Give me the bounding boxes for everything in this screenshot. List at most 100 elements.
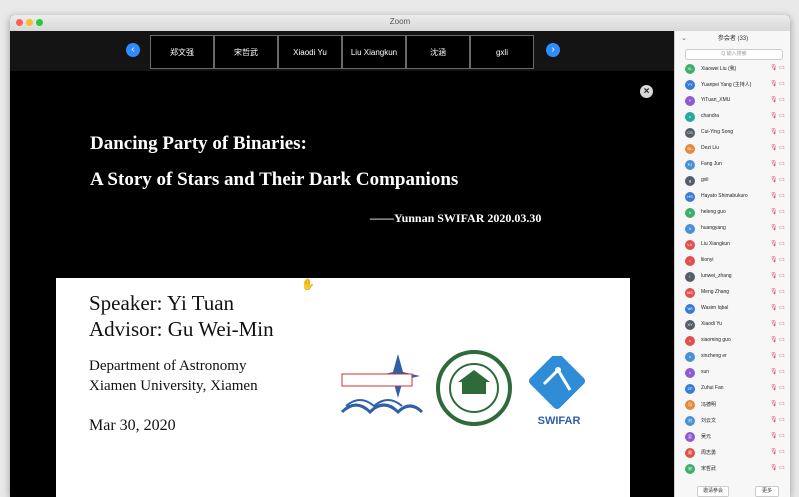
- participants-panel: ⌄ 参会者 (33) Q 输入搜索 XL Xiaowei Liu (我) 🎙 ▭ YY Y…: [674, 31, 790, 497]
- participant-row[interactable]: l lunwei_zhang 🎙 ▭: [675, 269, 790, 285]
- participant-row[interactable]: x xun 🎙 ▭: [675, 365, 790, 381]
- participant-name: xiaoming guo: [701, 337, 731, 343]
- speaker-line: Speaker: Yi Tuan: [89, 291, 235, 315]
- advisor-line: Advisor: Gu Wei-Min: [89, 317, 274, 341]
- participant-row[interactable]: c chandra 🎙 ▭: [675, 109, 790, 125]
- participant-row[interactable]: XL Xiaowei Liu (我) 🎙 ▭: [675, 61, 790, 77]
- participant-row[interactable]: MZ Meng Zhang 🎙 ▭: [675, 285, 790, 301]
- camera-off-icon: ▭: [779, 273, 785, 279]
- participant-row[interactable]: 刘刘云文 🎙 ▭: [675, 413, 790, 429]
- participant-search-input[interactable]: Q 输入搜索: [685, 49, 783, 60]
- avatar: l: [685, 272, 695, 282]
- avatar: WI: [685, 304, 695, 314]
- participant-row[interactable]: x xinzheng er 🎙 ▭: [675, 349, 790, 365]
- close-icon[interactable]: ×: [640, 85, 653, 98]
- participant-row[interactable]: LX Liu Xiangkun 🎙 ▭: [675, 237, 790, 253]
- slide-title-line1: Dancing Party of Binaries:: [90, 133, 307, 154]
- participant-row[interactable]: YY Yuanpei Yang (主持人) 🎙 ▭: [675, 77, 790, 93]
- zoom-window: Zoom ‹ 郑文强 宋哲武 Xiaodi Yu Liu Xiangkun 沈涵…: [10, 15, 790, 497]
- participant-row[interactable]: WI Wasim Iqbal 🎙 ▭: [675, 301, 790, 317]
- participant-name: xun: [701, 369, 710, 375]
- participant-row[interactable]: h heleng guo 🎙 ▭: [675, 205, 790, 221]
- slide-title-line2: A Story of Stars and Their Dark Companio…: [90, 169, 459, 190]
- video-tile[interactable]: gxli: [470, 35, 534, 69]
- mic-muted-icon: 🎙: [770, 465, 778, 471]
- panel-footer: 邀请参会 更多: [675, 485, 790, 497]
- dept-line1: Department of Astronomy: [89, 358, 247, 374]
- mic-muted-icon: 🎙: [770, 65, 778, 71]
- camera-off-icon: ▭: [779, 401, 785, 407]
- strip-next-icon[interactable]: ›: [546, 43, 560, 57]
- video-tile[interactable]: 沈涵: [406, 35, 470, 69]
- mic-muted-icon: 🎙: [770, 177, 778, 183]
- avatar: x: [685, 352, 695, 362]
- mic-muted-icon: 🎙: [770, 113, 778, 119]
- participant-name: xinzheng er: [701, 353, 727, 359]
- participant-row[interactable]: HS Hayato Shimabukuro 🎙 ▭: [675, 189, 790, 205]
- xmu-astronomy-logo: [340, 354, 424, 415]
- mic-muted-icon: 🎙: [770, 305, 778, 311]
- video-tile[interactable]: Xiaodi Yu: [278, 35, 342, 69]
- participant-row[interactable]: 宋宋哲武 🎙 ▭: [675, 461, 790, 477]
- mic-muted-icon: 🎙: [770, 161, 778, 167]
- participant-name: Liu Xiangkun: [701, 241, 730, 247]
- camera-off-icon: ▭: [779, 225, 785, 231]
- video-tile[interactable]: 宋哲武: [214, 35, 278, 69]
- mic-muted-icon: 🎙: [770, 369, 778, 375]
- mic-muted-icon: 🎙: [770, 449, 778, 455]
- avatar: h: [685, 224, 695, 234]
- participant-row[interactable]: XY Xiaodi Yu 🎙 ▭: [675, 317, 790, 333]
- avatar: XY: [685, 320, 695, 330]
- participant-name: Zuhui Fan: [701, 385, 724, 391]
- invite-button[interactable]: 邀请参会: [697, 486, 729, 497]
- participant-row[interactable]: CS Cui-Ying Song 🎙 ▭: [675, 125, 790, 141]
- strip-prev-icon[interactable]: ‹: [126, 43, 140, 57]
- avatar: MZ: [685, 288, 695, 298]
- avatar: 冯: [685, 400, 695, 410]
- camera-off-icon: ▭: [779, 193, 785, 199]
- mic-muted-icon: 🎙: [770, 257, 778, 263]
- camera-off-icon: ▭: [779, 65, 785, 71]
- participant-row[interactable]: x xiaoming guo 🎙 ▭: [675, 333, 790, 349]
- avatar: 宋: [685, 464, 695, 474]
- collapse-icon[interactable]: ⌄: [681, 31, 687, 47]
- video-tile[interactable]: 郑文强: [150, 35, 214, 69]
- participant-name: Meng Zhang: [701, 289, 730, 295]
- camera-off-icon: ▭: [779, 289, 785, 295]
- participant-name: Dezi Liu: [701, 145, 720, 151]
- participant-row[interactable]: l liionyi 🎙 ▭: [675, 253, 790, 269]
- mic-muted-icon: 🎙: [770, 129, 778, 135]
- participant-row[interactable]: ZF Zuhui Fan 🎙 ▭: [675, 381, 790, 397]
- camera-off-icon: ▭: [779, 353, 785, 359]
- camera-off-icon: ▭: [779, 161, 785, 167]
- video-strip: ‹ 郑文强 宋哲武 Xiaodi Yu Liu Xiangkun 沈涵 gxli…: [10, 31, 674, 71]
- yunnan-university-logo: [436, 350, 512, 426]
- camera-off-icon: ▭: [779, 337, 785, 343]
- mic-muted-icon: 🎙: [770, 417, 778, 423]
- participant-name: Cui-Ying Song: [701, 129, 734, 135]
- participant-row[interactable]: DL Dezi Liu 🎙 ▭: [675, 141, 790, 157]
- participant-name: huangyang: [701, 225, 726, 231]
- camera-off-icon: ▭: [779, 113, 785, 119]
- video-tile[interactable]: Liu Xiangkun: [342, 35, 406, 69]
- more-button[interactable]: 更多: [755, 486, 779, 497]
- camera-off-icon: ▭: [779, 81, 785, 87]
- participant-row[interactable]: Y YiTuan_XMU 🎙 ▭: [675, 93, 790, 109]
- avatar: ZF: [685, 384, 695, 394]
- participant-row[interactable]: h huangyang 🎙 ▭: [675, 221, 790, 237]
- participant-name: Xiaodi Yu: [701, 321, 723, 327]
- participant-row[interactable]: 吴吴元 🎙 ▭: [675, 429, 790, 445]
- participant-row[interactable]: FJ Fang Jun 🎙 ▭: [675, 157, 790, 173]
- participant-row[interactable]: 周周志勇 🎙 ▭: [675, 445, 790, 461]
- participant-name: gxli: [701, 177, 709, 183]
- camera-off-icon: ▭: [779, 417, 785, 423]
- avatar: l: [685, 256, 695, 266]
- camera-off-icon: ▭: [779, 177, 785, 183]
- mic-muted-icon: 🎙: [770, 321, 778, 327]
- swifar-logo: SWIFAR: [528, 356, 586, 427]
- participant-row[interactable]: 冯冯德明 🎙 ▭: [675, 397, 790, 413]
- shared-slide-top: × Dancing Party of Binaries: A Story of …: [10, 71, 674, 276]
- participant-row[interactable]: g gxli 🎙 ▭: [675, 173, 790, 189]
- title-bar: Zoom: [10, 15, 790, 32]
- participant-name: liionyi: [701, 257, 714, 263]
